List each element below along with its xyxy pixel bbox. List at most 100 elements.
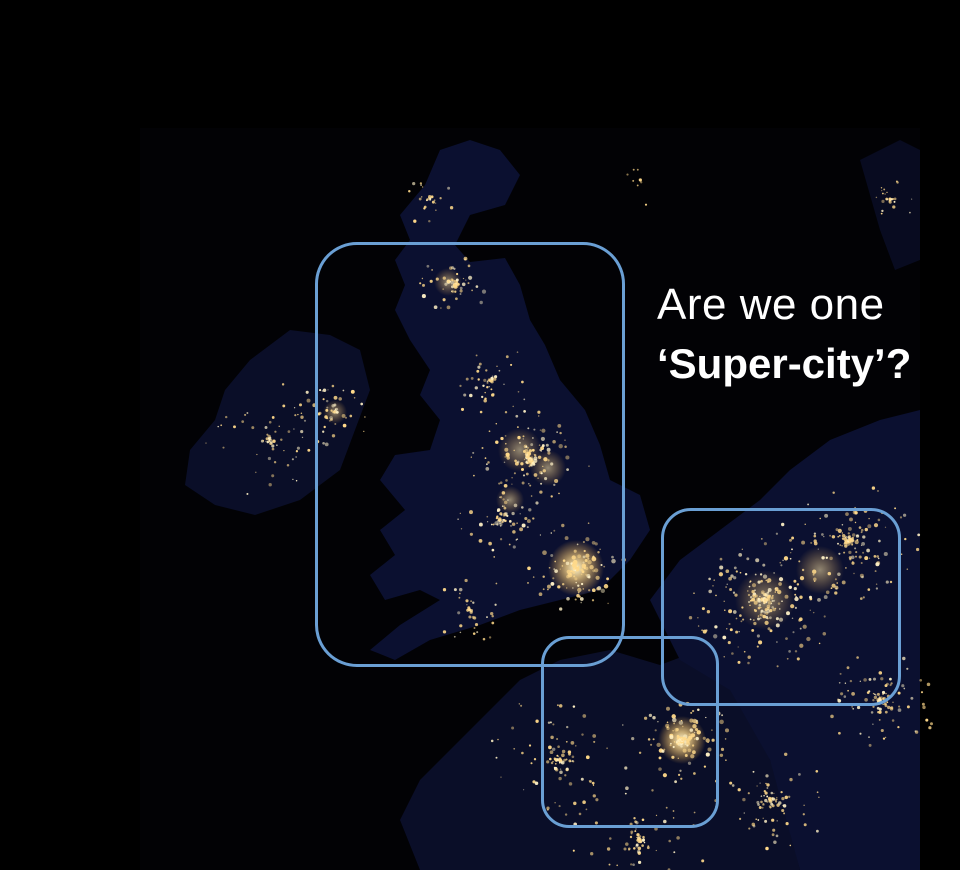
highlight-box-britain <box>315 242 625 667</box>
city-light <box>267 456 271 461</box>
city-light <box>832 491 835 494</box>
city-light <box>878 718 881 721</box>
city-light <box>760 800 763 804</box>
city-light <box>773 792 775 795</box>
city-light <box>205 442 207 444</box>
city-light <box>528 744 532 747</box>
city-light <box>893 197 897 201</box>
city-light <box>719 719 724 725</box>
city-light <box>413 219 417 223</box>
city-light <box>816 791 819 794</box>
city-light <box>916 547 920 552</box>
city-light <box>886 198 888 201</box>
city-light <box>246 492 249 495</box>
city-light <box>919 678 923 682</box>
city-light <box>428 219 431 223</box>
city-light <box>520 704 523 707</box>
city-light <box>305 390 309 394</box>
city-light <box>747 792 750 795</box>
city-light <box>894 507 897 510</box>
city-light <box>426 198 429 201</box>
city-light <box>868 736 870 739</box>
city-light <box>420 184 422 186</box>
city-light <box>818 796 820 798</box>
city-light <box>676 836 680 840</box>
city-light <box>291 458 294 461</box>
city-light <box>737 788 741 792</box>
city-light <box>276 444 278 446</box>
city-light <box>881 199 885 203</box>
city-light <box>447 186 451 190</box>
city-light <box>922 705 926 710</box>
city-light <box>637 846 642 851</box>
city-light <box>763 790 766 793</box>
city-light <box>880 212 883 215</box>
city-light <box>523 789 525 791</box>
city-light <box>282 404 286 408</box>
city-light <box>500 776 502 778</box>
city-light <box>423 207 426 210</box>
city-light <box>725 759 727 761</box>
city-light <box>255 471 257 474</box>
city-light <box>878 710 882 714</box>
city-light <box>222 446 225 449</box>
city-light <box>803 823 807 827</box>
city-light <box>608 863 611 866</box>
city-light <box>625 842 629 846</box>
city-light <box>902 656 906 661</box>
city-light <box>286 463 290 467</box>
city-light <box>785 822 789 826</box>
city-light <box>775 834 779 838</box>
city-light <box>233 425 236 429</box>
city-light <box>639 179 641 181</box>
city-light <box>281 383 285 386</box>
city-light <box>756 800 760 804</box>
city-light <box>643 841 646 844</box>
city-light <box>755 818 757 821</box>
city-light <box>899 516 903 519</box>
city-light <box>768 805 771 808</box>
city-light <box>880 728 884 733</box>
city-light <box>752 770 755 773</box>
city-light <box>283 449 285 452</box>
city-light <box>497 738 499 741</box>
city-light <box>771 818 775 822</box>
city-light <box>914 730 917 733</box>
headline-line1: Are we one <box>657 280 885 329</box>
city-light <box>646 846 650 850</box>
city-light <box>274 430 277 433</box>
city-light <box>636 836 638 839</box>
city-light <box>756 785 758 787</box>
city-light <box>887 705 891 710</box>
city-light <box>244 413 247 416</box>
city-light <box>534 781 539 786</box>
city-light <box>495 756 498 759</box>
city-light <box>883 702 887 706</box>
city-light <box>895 180 898 183</box>
city-light <box>307 448 311 452</box>
city-light <box>292 478 294 481</box>
city-light <box>880 187 883 189</box>
city-light <box>533 758 537 761</box>
city-light <box>439 197 442 200</box>
city-light <box>273 461 277 464</box>
city-light <box>251 426 255 430</box>
city-light <box>636 184 639 187</box>
city-light <box>264 426 268 429</box>
city-light <box>639 835 642 838</box>
city-light <box>511 726 515 730</box>
city-light <box>883 188 886 191</box>
city-light <box>225 415 228 419</box>
city-light <box>435 209 437 211</box>
city-light <box>789 844 792 847</box>
city-light <box>295 450 299 453</box>
city-light <box>875 196 878 199</box>
city-light <box>798 773 801 776</box>
city-light <box>871 486 876 490</box>
city-light <box>673 851 676 854</box>
city-light <box>306 398 311 403</box>
city-light <box>421 186 424 188</box>
city-light <box>778 801 782 805</box>
city-light <box>878 707 882 711</box>
city-light <box>742 797 746 802</box>
